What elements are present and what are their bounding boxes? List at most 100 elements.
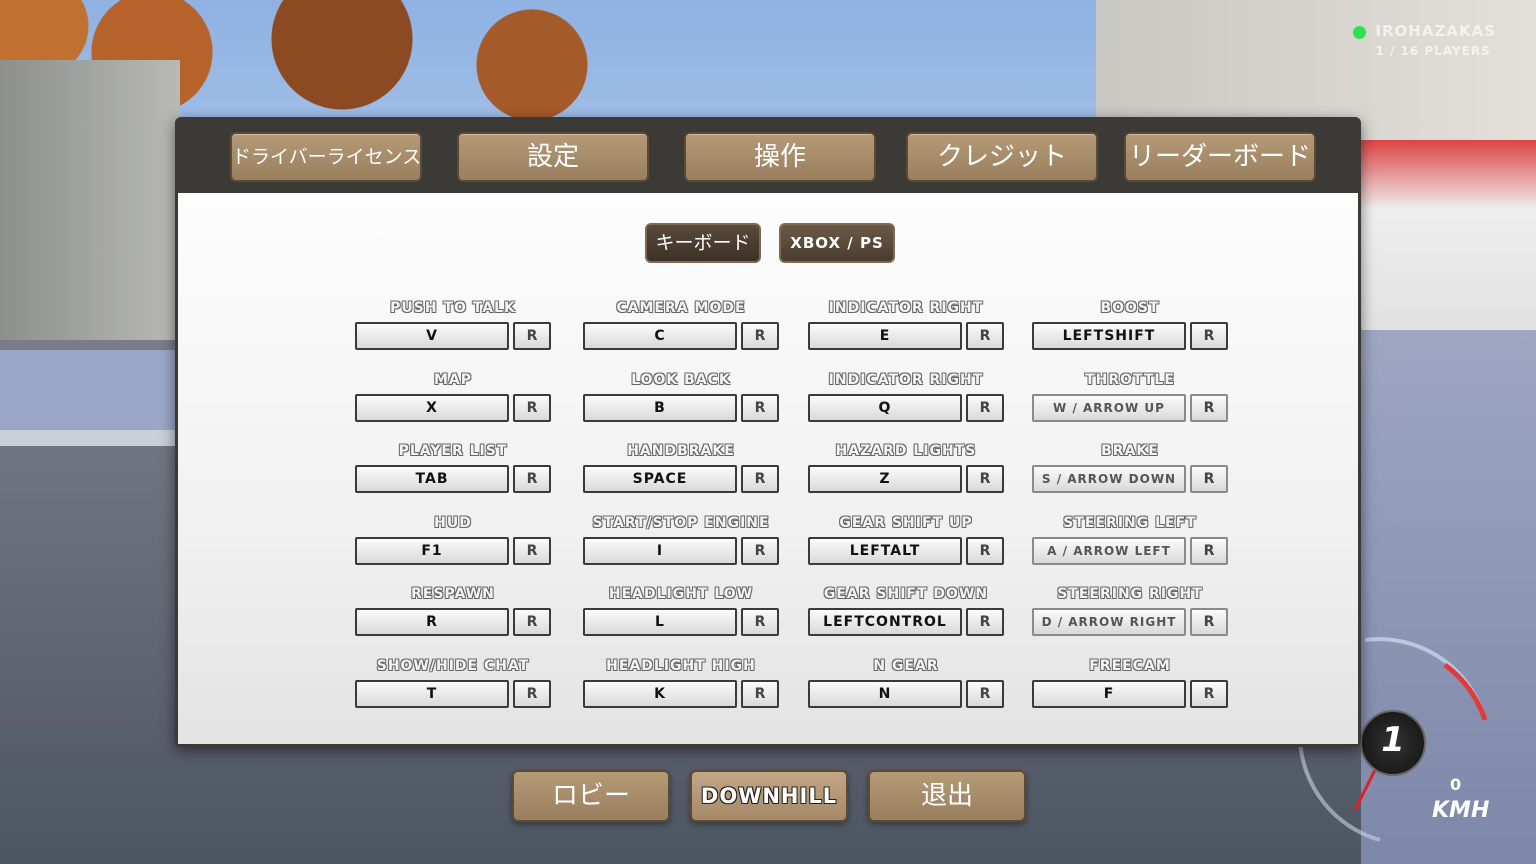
key-binding-button[interactable]: R: [355, 608, 509, 637]
reset-binding-button[interactable]: R: [513, 536, 551, 565]
tab-settings[interactable]: 設定: [457, 132, 649, 182]
key-binding-button[interactable]: F: [1032, 680, 1186, 708]
binding-row: FREECAM F R: [1032, 658, 1228, 718]
binding-action-label: SHOW/HIDE CHAT: [376, 658, 530, 674]
lobby-button[interactable]: ロビー: [512, 770, 670, 822]
key-binding-button[interactable]: S / ARROW DOWN: [1032, 465, 1186, 494]
gamepad-toggle-button[interactable]: XBOX / PS: [779, 223, 895, 263]
speed-unit: KMH: [1432, 798, 1490, 823]
key-binding-button[interactable]: F1: [355, 536, 509, 565]
binding-row: BOOST LEFTSHIFT R: [1032, 300, 1228, 360]
key-binding-button[interactable]: L: [583, 608, 737, 637]
tab-credits[interactable]: クレジット: [906, 132, 1098, 182]
key-binding-button[interactable]: I: [583, 536, 737, 565]
key-binding-button[interactable]: T: [355, 680, 509, 708]
key-binding-button[interactable]: K: [583, 680, 737, 708]
key-binding-button[interactable]: N: [808, 680, 962, 708]
binding-row: HAZARD LIGHTS Z R: [808, 443, 1004, 503]
gear-number: 1: [1381, 720, 1405, 760]
exit-button[interactable]: 退出: [868, 770, 1026, 822]
binding-action-label: LOOK BACK: [631, 371, 731, 388]
reset-binding-button[interactable]: R: [966, 680, 1004, 708]
key-binding-button[interactable]: C: [583, 322, 737, 350]
key-binding-button[interactable]: X: [355, 393, 509, 422]
binding-row: GEAR SHIFT DOWN LEFTCONTROL R: [808, 586, 1004, 646]
binding-row: STEERING RIGHT D / ARROW RIGHT R: [1032, 586, 1228, 646]
key-binding-button[interactable]: B: [583, 393, 737, 422]
key-binding-button[interactable]: D / ARROW RIGHT: [1032, 608, 1186, 637]
reset-binding-button[interactable]: R: [513, 322, 551, 350]
binding-action-label: GEAR SHIFT DOWN: [823, 586, 989, 603]
server-name: IROHAZAKAS: [1375, 22, 1496, 40]
reset-binding-button[interactable]: R: [741, 322, 779, 350]
reset-binding-button[interactable]: R: [1190, 608, 1228, 637]
reset-binding-button[interactable]: R: [741, 680, 779, 708]
reset-binding-button[interactable]: R: [966, 608, 1004, 637]
curb: [0, 430, 175, 446]
reset-binding-button[interactable]: R: [513, 608, 551, 637]
key-binding-button[interactable]: Z: [808, 465, 962, 494]
binding-action-label: BOOST: [1100, 300, 1160, 316]
binding-row: GEAR SHIFT UP LEFTALT R: [808, 515, 1004, 575]
reset-binding-button[interactable]: R: [741, 536, 779, 565]
reset-binding-button[interactable]: R: [1190, 536, 1228, 565]
key-binding-button[interactable]: TAB: [355, 465, 509, 494]
reset-binding-button[interactable]: R: [513, 393, 551, 422]
key-binding-button[interactable]: LEFTALT: [808, 536, 962, 565]
binding-row: MAP X R: [355, 372, 551, 432]
binding-row: THROTTLE W / ARROW UP R: [1032, 372, 1228, 432]
binding-row: INDICATOR RIGHT E R: [808, 300, 1004, 360]
tab-controls[interactable]: 操作: [684, 132, 876, 182]
key-binding-button[interactable]: E: [808, 322, 962, 350]
binding-action-label: RESPAWN: [411, 586, 495, 603]
binding-action-label: STEERING LEFT: [1063, 514, 1197, 531]
binding-row: LOOK BACK B R: [583, 372, 779, 432]
binding-action-label: GEAR SHIFT UP: [839, 514, 973, 531]
downhill-mode-button[interactable]: DOWNHILL: [690, 770, 848, 822]
binding-row: HEADLIGHT LOW L R: [583, 586, 779, 646]
reset-binding-button[interactable]: R: [966, 393, 1004, 422]
binding-action-label: PUSH TO TALK: [390, 300, 516, 316]
reset-binding-button[interactable]: R: [513, 680, 551, 708]
key-binding-button[interactable]: A / ARROW LEFT: [1032, 536, 1186, 565]
binding-row: PUSH TO TALK V R: [355, 300, 551, 360]
key-binding-button[interactable]: Q: [808, 393, 962, 422]
server-info: IROHAZAKAS 1 / 16 PLAYERS: [1353, 22, 1496, 58]
reset-binding-button[interactable]: R: [1190, 322, 1228, 350]
binding-row: N GEAR N R: [808, 658, 1004, 718]
binding-row: START/STOP ENGINE I R: [583, 515, 779, 575]
settings-panel: ドライバーライセンス 設定 操作 クレジット リーダーボード キーボード XBO…: [175, 117, 1361, 747]
binding-action-label: HEADLIGHT LOW: [608, 586, 754, 603]
key-binding-button[interactable]: LEFTSHIFT: [1032, 322, 1186, 350]
tab-driver-license[interactable]: ドライバーライセンス: [230, 132, 422, 182]
reset-binding-button[interactable]: R: [966, 465, 1004, 494]
reset-binding-button[interactable]: R: [966, 536, 1004, 565]
binding-action-label: THROTTLE: [1085, 371, 1175, 388]
binding-row: STEERING LEFT A / ARROW LEFT R: [1032, 515, 1228, 575]
binding-action-label: CAMERA MODE: [616, 300, 746, 316]
reset-binding-button[interactable]: R: [966, 322, 1004, 350]
reset-binding-button[interactable]: R: [741, 465, 779, 494]
sidewalk-left: [0, 350, 175, 440]
keyboard-toggle-button[interactable]: キーボード: [645, 223, 761, 263]
player-count: 1 / 16 PLAYERS: [1375, 44, 1491, 58]
reset-binding-button[interactable]: R: [741, 608, 779, 637]
tab-bar: ドライバーライセンス 設定 操作 クレジット リーダーボード: [175, 117, 1361, 193]
key-binding-button[interactable]: LEFTCONTROL: [808, 608, 962, 637]
key-binding-button[interactable]: SPACE: [583, 465, 737, 494]
binding-row: PLAYER LIST TAB R: [355, 443, 551, 503]
reset-binding-button[interactable]: R: [741, 393, 779, 422]
reset-binding-button[interactable]: R: [1190, 393, 1228, 422]
binding-action-label: START/STOP ENGINE: [592, 514, 770, 531]
binding-action-label: HEADLIGHT HIGH: [606, 658, 756, 674]
binding-action-label: HANDBRAKE: [627, 443, 735, 460]
reset-binding-button[interactable]: R: [513, 465, 551, 494]
key-binding-button[interactable]: W / ARROW UP: [1032, 393, 1186, 422]
binding-row: CAMERA MODE C R: [583, 300, 779, 360]
gear-indicator: 1: [1360, 710, 1426, 776]
key-binding-button[interactable]: V: [355, 322, 509, 350]
reset-binding-button[interactable]: R: [1190, 680, 1228, 708]
tab-leaderboard[interactable]: リーダーボード: [1124, 132, 1316, 182]
reset-binding-button[interactable]: R: [1190, 465, 1228, 494]
binding-row: RESPAWN R R: [355, 586, 551, 646]
